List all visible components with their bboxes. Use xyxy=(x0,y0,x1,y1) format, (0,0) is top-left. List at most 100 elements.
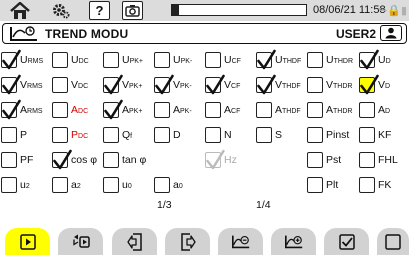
checkbox-empty-icon xyxy=(103,152,119,168)
softkey-page-previous[interactable] xyxy=(112,228,157,255)
param-checkbox[interactable]: UCF xyxy=(205,51,241,69)
param-label: VPK- xyxy=(173,79,192,91)
check-all-icon xyxy=(337,233,357,251)
checkbox-empty-icon xyxy=(1,152,17,168)
softkey-page-next[interactable] xyxy=(165,228,210,255)
param-checkbox[interactable]: VCF xyxy=(205,74,240,95)
param-checkbox[interactable]: ADC xyxy=(52,101,88,119)
softkey-trend-plus[interactable] xyxy=(271,228,316,255)
param-checkbox[interactable]: u0 xyxy=(103,176,132,194)
param-checkbox[interactable]: PDC xyxy=(52,126,88,144)
checkbox-empty-icon xyxy=(307,52,323,68)
param-label: APK+ xyxy=(122,104,143,116)
param-checkbox[interactable]: KF xyxy=(359,126,391,144)
datetime: 08/06/21 11:58 xyxy=(313,4,386,16)
help-glyph: ? xyxy=(95,3,104,18)
param-checkbox[interactable]: ATHDF xyxy=(256,101,301,119)
param-checkbox[interactable]: a0 xyxy=(154,176,183,194)
param-checkbox[interactable]: S xyxy=(256,126,282,144)
param-checkbox[interactable]: Pst xyxy=(307,151,341,169)
param-checkbox[interactable]: VRMS xyxy=(1,74,43,95)
param-checkbox[interactable]: Pinst xyxy=(307,126,349,144)
checkbox-empty-icon xyxy=(154,102,170,118)
param-label: u2 xyxy=(20,179,30,191)
param-label: VDC xyxy=(71,79,89,91)
checkbox-empty-icon xyxy=(1,177,17,193)
checkbox-empty-icon xyxy=(256,102,272,118)
param-label: UTHDR xyxy=(326,54,354,66)
help-icon[interactable]: ? xyxy=(89,1,110,20)
param-checkbox[interactable]: ACF xyxy=(205,101,240,119)
param-checkbox[interactable]: FK xyxy=(359,176,391,194)
param-label: Hz xyxy=(224,154,237,166)
param-checkbox[interactable]: VPK+ xyxy=(103,74,143,95)
param-checkbox[interactable]: VTHDR xyxy=(307,76,352,94)
checkbox-checked-icon xyxy=(103,74,123,95)
param-checkbox[interactable]: UPK- xyxy=(154,51,192,69)
param-checkbox[interactable]: UPK+ xyxy=(103,51,143,69)
param-checkbox[interactable]: ATHDR xyxy=(307,101,352,119)
param-label: VD xyxy=(378,79,391,91)
checkbox-empty-icon xyxy=(154,177,170,193)
softkey-uncheck-all[interactable] xyxy=(377,228,409,255)
checkbox-empty-icon xyxy=(256,127,272,143)
param-label: VTHDF xyxy=(275,79,301,91)
param-checkbox[interactable]: cos φ xyxy=(52,149,97,170)
checkbox-empty-icon xyxy=(359,102,375,118)
param-checkbox[interactable]: FHL xyxy=(359,151,398,169)
param-checkbox[interactable]: UTHDF xyxy=(256,49,302,70)
param-checkbox[interactable]: UDC xyxy=(52,51,89,69)
param-checkbox[interactable]: URMS xyxy=(1,49,43,70)
param-checkbox[interactable]: Qf xyxy=(103,126,132,144)
checkbox-empty-icon xyxy=(52,102,68,118)
param-checkbox[interactable]: AD xyxy=(359,101,390,119)
checkbox-empty-icon xyxy=(359,177,375,193)
param-checkbox[interactable]: u2 xyxy=(1,176,30,194)
param-checkbox[interactable]: N xyxy=(205,126,232,144)
checkbox-checked-icon xyxy=(256,49,276,70)
channel-select-icon xyxy=(71,233,91,251)
param-checkbox[interactable]: UD xyxy=(359,49,391,70)
param-checkbox[interactable]: APK+ xyxy=(103,99,143,120)
param-label: FK xyxy=(378,179,392,191)
checkbox-checked-icon xyxy=(52,149,72,170)
param-label: u0 xyxy=(122,179,132,191)
home-icon[interactable] xyxy=(8,1,32,20)
param-checkbox[interactable]: a2 xyxy=(52,176,81,194)
param-checkbox[interactable]: Plt xyxy=(307,176,338,194)
user-profile-label: USER2 xyxy=(335,27,376,41)
checkbox-checked-icon xyxy=(256,74,276,95)
checkbox-empty-icon xyxy=(307,127,323,143)
param-label: VPK+ xyxy=(122,79,143,91)
param-checkbox[interactable]: VPK- xyxy=(154,74,192,95)
camera-icon[interactable] xyxy=(122,1,143,20)
settings-icon[interactable] xyxy=(50,1,72,20)
softkey-play[interactable] xyxy=(5,228,50,255)
param-checkbox[interactable]: APK- xyxy=(154,101,192,119)
param-label: UDC xyxy=(71,54,89,66)
param-checkbox[interactable]: P xyxy=(1,126,27,144)
checkbox-empty-icon xyxy=(52,52,68,68)
param-label: ACF xyxy=(224,104,241,116)
param-checkbox[interactable]: VD xyxy=(359,74,391,95)
softkey-channel-select[interactable] xyxy=(58,228,103,255)
param-label: Qf xyxy=(122,129,133,141)
param-checkbox[interactable]: PF xyxy=(1,151,33,169)
param-checkbox[interactable]: D xyxy=(154,126,181,144)
checkbox-checked-icon xyxy=(1,74,21,95)
softkey-check-all[interactable] xyxy=(324,228,369,255)
user-icon[interactable] xyxy=(380,25,402,41)
param-checkbox[interactable]: UTHDR xyxy=(307,51,353,69)
checkbox-empty-icon xyxy=(154,52,170,68)
param-checkbox[interactable]: tan φ xyxy=(103,151,146,169)
checkbox-empty-icon xyxy=(52,177,68,193)
param-label: UTHDF xyxy=(275,54,302,66)
checkbox-empty-icon xyxy=(307,102,323,118)
param-label: N xyxy=(224,129,232,141)
checkbox-empty-icon xyxy=(52,127,68,143)
param-label: Pst xyxy=(326,154,342,166)
softkey-trend-minus[interactable] xyxy=(218,228,263,255)
param-checkbox[interactable]: VDC xyxy=(52,76,88,94)
param-checkbox[interactable]: VTHDF xyxy=(256,74,301,95)
param-checkbox[interactable]: ARMS xyxy=(1,99,43,120)
